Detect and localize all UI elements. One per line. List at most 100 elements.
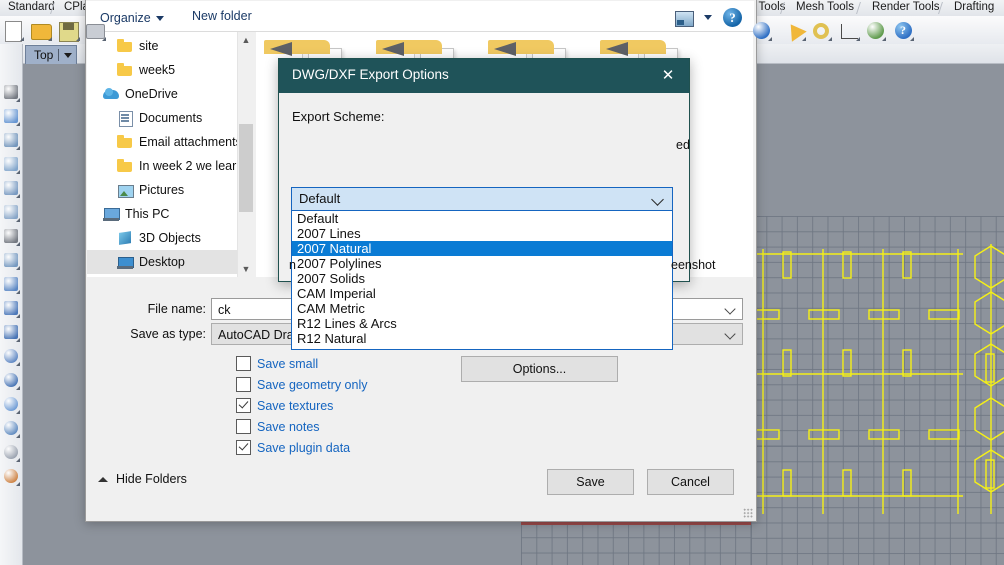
scrollbar-thumb[interactable]	[239, 124, 253, 212]
blend-icon[interactable]	[1, 466, 21, 487]
occluded-file-label: eenshot	[671, 258, 716, 272]
export-scheme-combobox[interactable]: Default	[291, 187, 673, 211]
checkbox-save-plugin-data[interactable]: Save plugin data	[236, 440, 350, 455]
revolve-icon[interactable]	[1, 346, 21, 367]
scheme-option[interactable]: 2007 Solids	[292, 271, 672, 286]
export-scheme-dropdown-list[interactable]: Default 2007 Lines 2007 Natural 2007 Polyli…	[291, 211, 673, 350]
viewport-tab-divider	[58, 49, 60, 61]
folder-icon	[117, 38, 133, 54]
export-scheme-selected-value: Default	[299, 191, 341, 206]
scheme-option[interactable]: R12 Natural	[292, 331, 672, 346]
sidebar-item-3d-objects[interactable]: 3D Objects	[87, 226, 237, 250]
sidebar-item-this-pc[interactable]: This PC	[87, 202, 237, 226]
hide-folders-toggle[interactable]: Hide Folders	[98, 472, 187, 486]
organize-label: Organize	[100, 11, 151, 25]
checkbox-box[interactable]	[236, 398, 251, 413]
checkbox-box[interactable]	[236, 419, 251, 434]
rhino-toolbar-tab[interactable]: Render Tools	[866, 0, 946, 16]
sidebar-item-site[interactable]: site	[87, 34, 237, 58]
close-icon[interactable]: ✕	[647, 59, 689, 93]
sidebar-item-week5[interactable]: week5	[87, 58, 237, 82]
surface-icon[interactable]	[1, 322, 21, 343]
point-icon[interactable]	[1, 82, 21, 103]
sidebar-item-label: This PC	[125, 207, 170, 221]
rectangle-icon[interactable]	[1, 226, 21, 247]
scheme-option[interactable]: 2007 Lines	[292, 226, 672, 241]
resize-grip[interactable]	[743, 508, 753, 518]
checkbox-box[interactable]	[236, 440, 251, 455]
sidebar-item-pictures[interactable]: Pictures	[87, 178, 237, 202]
box-icon[interactable]	[1, 394, 21, 415]
save-icon[interactable]	[58, 20, 80, 42]
checkbox-box[interactable]	[236, 377, 251, 392]
chevron-down-icon[interactable]	[651, 193, 664, 206]
circle-icon[interactable]	[1, 178, 21, 199]
sidebar-item-label: site	[139, 39, 159, 53]
extrude-icon[interactable]	[1, 298, 21, 319]
documents-icon	[117, 110, 133, 127]
checkbox-label: Save small	[257, 356, 319, 371]
open-folder-icon[interactable]	[30, 20, 52, 41]
save-button[interactable]: Save	[547, 469, 634, 495]
cylinder-icon[interactable]	[1, 418, 21, 439]
viewport-tab-top[interactable]: Top	[25, 45, 78, 64]
scheme-option[interactable]: CAM Imperial	[292, 286, 672, 301]
checkbox-save-notes[interactable]: Save notes	[236, 419, 320, 434]
rhino-toolbar-tab[interactable]: Drafting	[948, 0, 1000, 16]
options-button[interactable]: Options...	[461, 356, 618, 382]
polyline-icon[interactable]	[1, 106, 21, 127]
freeform-curve-icon[interactable]	[1, 274, 21, 295]
sidebar-item-email-attachments[interactable]: Email attachments	[87, 130, 237, 154]
rhino-toolbar-tab[interactable]: Mesh Tools	[790, 0, 860, 16]
folder-icon	[117, 134, 133, 150]
curve-icon[interactable]	[1, 130, 21, 151]
folder-icon	[117, 158, 133, 174]
sidebar-item-onedrive[interactable]: OneDrive	[87, 82, 237, 106]
print-icon[interactable]	[84, 20, 106, 41]
navigation-scrollbar[interactable]: ▲ ▼	[237, 32, 254, 277]
ellipse-icon[interactable]	[1, 202, 21, 223]
polygon-icon[interactable]	[1, 250, 21, 271]
savetype-label: Save as type:	[130, 327, 206, 341]
sidebar-item-documents[interactable]: Documents	[87, 106, 237, 130]
sphere-icon[interactable]	[750, 20, 772, 41]
render-icon[interactable]	[783, 19, 807, 42]
checkbox-save-textures[interactable]: Save textures	[236, 398, 333, 413]
arc-icon[interactable]	[1, 154, 21, 175]
new-folder-button[interactable]: New folder	[192, 9, 252, 27]
view-layout-icon[interactable]	[675, 11, 694, 27]
render-preview-icon[interactable]	[864, 20, 886, 41]
sidebar-item-label: OneDrive	[125, 87, 178, 101]
help-icon[interactable]: ?	[892, 20, 914, 41]
scheme-option[interactable]: 2007 Natural	[292, 241, 672, 256]
checkbox-save-geometry-only[interactable]: Save geometry only	[236, 377, 367, 392]
new-file-icon[interactable]	[2, 20, 24, 42]
sidebar-item-label: Email attachments	[139, 135, 237, 149]
cancel-button[interactable]: Cancel	[647, 469, 734, 495]
chevron-down-icon[interactable]	[64, 52, 73, 58]
navigation-pane[interactable]: site week5 OneDrive Documents Email attachme…	[87, 32, 237, 277]
chevron-down-icon[interactable]	[704, 15, 712, 20]
occluded-file-label: n	[289, 258, 296, 272]
scroll-down-icon[interactable]: ▼	[238, 261, 254, 277]
sidebar-item-in-week-2-we-learned[interactable]: In week 2 we learned	[87, 154, 237, 178]
folder-icon	[117, 62, 133, 78]
scheme-option[interactable]: R12 Lines & Arcs	[292, 316, 672, 331]
dimension-icon[interactable]	[838, 20, 860, 41]
scheme-option[interactable]: 2007 Polylines	[292, 256, 672, 271]
settings-gear-icon[interactable]	[810, 20, 832, 41]
sphere-icon[interactable]	[1, 370, 21, 391]
viewport-tab-label: Top	[34, 48, 54, 62]
scheme-option[interactable]: CAM Metric	[292, 301, 672, 316]
chevron-up-icon	[98, 476, 108, 482]
sidebar-item-label: Desktop	[139, 255, 185, 269]
organize-button[interactable]: Organize	[100, 9, 164, 27]
checkbox-save-small[interactable]: Save small	[236, 356, 318, 371]
scroll-up-icon[interactable]: ▲	[238, 32, 254, 48]
scheme-option[interactable]: Default	[292, 211, 672, 226]
sidebar-item-desktop[interactable]: Desktop	[87, 250, 237, 274]
mesh-icon[interactable]	[1, 442, 21, 463]
desktop-icon	[117, 254, 134, 270]
help-icon[interactable]: ?	[723, 8, 742, 27]
checkbox-box[interactable]	[236, 356, 251, 371]
